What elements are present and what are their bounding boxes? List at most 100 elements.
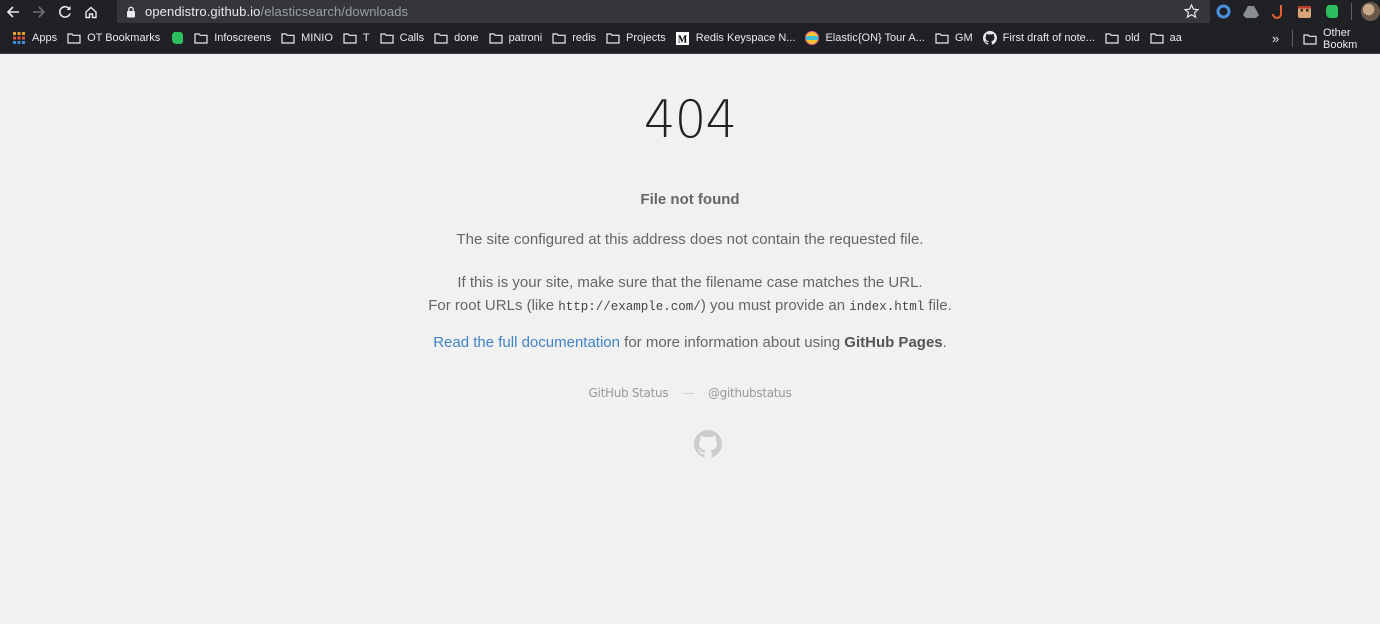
- address-bar[interactable]: opendistro.github.io/elasticsearch/downl…: [117, 0, 1210, 23]
- bookmark-patroni[interactable]: patroni: [484, 23, 548, 53]
- folder-icon: [606, 31, 620, 45]
- github-icon: [982, 31, 997, 45]
- error-code: 404: [643, 90, 737, 150]
- bookmark-label: First draft of note...: [1002, 32, 1095, 44]
- github-octocat-icon[interactable]: [694, 430, 722, 458]
- bookmarks-divider: [1292, 30, 1293, 47]
- folder-icon: [935, 31, 949, 45]
- documentation-end: .: [942, 334, 947, 351]
- bookmark-redis-keyspace[interactable]: M Redis Keyspace N...: [671, 23, 801, 53]
- bookmark-label: Redis Keyspace N...: [695, 32, 796, 44]
- bookmark-projects[interactable]: Projects: [601, 23, 671, 53]
- bookmark-minio[interactable]: MINIO: [276, 23, 338, 53]
- bookmark-star-icon[interactable]: [1183, 3, 1200, 20]
- folder-icon: [343, 31, 357, 45]
- bookmark-label: patroni: [508, 32, 543, 44]
- filename-hint-line2: For root URLs (like http://example.com/)…: [0, 294, 1380, 319]
- folder-icon: [67, 31, 81, 45]
- bookmark-label: MINIO: [301, 32, 333, 44]
- other-bookmarks[interactable]: Other Bookm: [1298, 23, 1380, 54]
- bookmark-redis[interactable]: redis: [547, 23, 601, 53]
- documentation-line: Read the full documentation for more inf…: [0, 334, 1380, 351]
- github-status-link[interactable]: GitHub Status: [589, 386, 669, 400]
- home-icon: [85, 6, 97, 18]
- documentation-link[interactable]: Read the full documentation: [433, 334, 620, 351]
- hint-text-c: file.: [924, 297, 952, 314]
- bookmark-label: aa: [1169, 32, 1182, 44]
- reload-button[interactable]: [52, 0, 78, 23]
- arrow-left-icon: [6, 5, 19, 18]
- evernote-extension-icon[interactable]: [1322, 2, 1341, 21]
- bookmark-done[interactable]: done: [429, 23, 483, 53]
- apps-grid-icon: [12, 31, 26, 45]
- circle-extension-icon[interactable]: [1214, 2, 1233, 21]
- bookmark-t[interactable]: T: [338, 23, 375, 53]
- toolbar-divider: [1351, 3, 1352, 20]
- folder-icon: [1150, 31, 1164, 45]
- error-description: The site configured at this address does…: [456, 231, 924, 248]
- filename-hint-line1: If this is your site, make sure that the…: [457, 274, 923, 291]
- bookmark-label: T: [362, 32, 370, 44]
- githubstatus-twitter-link[interactable]: @githubstatus: [708, 386, 792, 400]
- documentation-text: for more information about using: [619, 334, 845, 351]
- hint-text-b: ) you must provide an: [700, 297, 850, 314]
- bookmark-label: done: [454, 32, 479, 44]
- hook-extension-icon[interactable]: [1268, 2, 1287, 21]
- globe-icon: [805, 31, 820, 45]
- bookmark-infoscreens[interactable]: Infoscreens: [189, 23, 276, 53]
- bookmarks-bar: Apps OT Bookmarks Infoscreens MINIO T Ca…: [0, 23, 1380, 54]
- bookmarks-overflow-button[interactable]: »: [1272, 23, 1279, 54]
- folder-icon: [1105, 31, 1119, 45]
- page-title: File not found: [640, 191, 740, 208]
- index-html-code: index.html: [849, 300, 925, 314]
- filename-hint: If this is your site, make sure that the…: [0, 271, 1380, 319]
- bookmark-label: Calls: [399, 32, 425, 44]
- folder-icon: [1303, 32, 1317, 46]
- folder-icon: [434, 31, 448, 45]
- arrow-right-icon: [33, 5, 46, 18]
- bookmark-label: OT Bookmarks: [87, 32, 161, 44]
- url-path: /elasticsearch/downloads: [260, 4, 409, 19]
- bookmark-first-draft[interactable]: First draft of note...: [978, 23, 1100, 53]
- evernote-icon: [170, 31, 184, 45]
- bookmark-evernote[interactable]: [165, 23, 189, 53]
- bookmark-calls[interactable]: Calls: [375, 23, 429, 53]
- bookmark-label: old: [1124, 32, 1140, 44]
- bookmark-elasticon[interactable]: Elastic{ON} Tour A...: [800, 23, 929, 53]
- bookmark-label: GM: [954, 32, 973, 44]
- example-url-code: http://example.com/: [558, 300, 701, 314]
- bookmark-label: redis: [572, 32, 597, 44]
- drive-extension-icon[interactable]: [1241, 2, 1260, 21]
- bookmark-apps[interactable]: Apps: [0, 23, 62, 53]
- footer-dash: —: [682, 386, 694, 400]
- lock-icon[interactable]: [117, 0, 145, 23]
- bookmark-label: Infoscreens: [214, 32, 272, 44]
- bookmark-label: Elastic{ON} Tour A...: [825, 32, 925, 44]
- folder-icon: [552, 31, 566, 45]
- folder-icon: [281, 31, 295, 45]
- github-pages-text: GitHub Pages: [844, 334, 943, 351]
- folder-icon: [194, 31, 208, 45]
- home-button[interactable]: [78, 0, 104, 23]
- robot-extension-icon[interactable]: [1295, 2, 1314, 21]
- medium-icon: M: [676, 31, 690, 45]
- url-text[interactable]: opendistro.github.io/elasticsearch/downl…: [145, 4, 408, 19]
- profile-avatar[interactable]: [1361, 2, 1380, 21]
- bookmark-label: Projects: [626, 32, 666, 44]
- bookmark-aa[interactable]: aa: [1145, 23, 1187, 53]
- url-host: opendistro.github.io: [145, 4, 261, 19]
- reload-icon: [59, 5, 71, 18]
- forward-button[interactable]: [26, 0, 52, 23]
- back-button[interactable]: [0, 0, 26, 23]
- bookmark-gm[interactable]: GM: [930, 23, 978, 53]
- bookmark-old[interactable]: old: [1100, 23, 1145, 53]
- footer: GitHub Status — @githubstatus: [0, 386, 1380, 400]
- extensions-area: [1214, 0, 1341, 23]
- other-bookmarks-label: Other Bookm: [1323, 26, 1358, 51]
- bookmark-ot-bookmarks[interactable]: OT Bookmarks: [62, 23, 165, 53]
- hint-text-a: For root URLs (like: [428, 297, 559, 314]
- bookmark-label: Apps: [32, 32, 58, 44]
- svg-text:M: M: [678, 34, 688, 45]
- folder-icon: [488, 31, 503, 45]
- folder-icon: [380, 31, 394, 45]
